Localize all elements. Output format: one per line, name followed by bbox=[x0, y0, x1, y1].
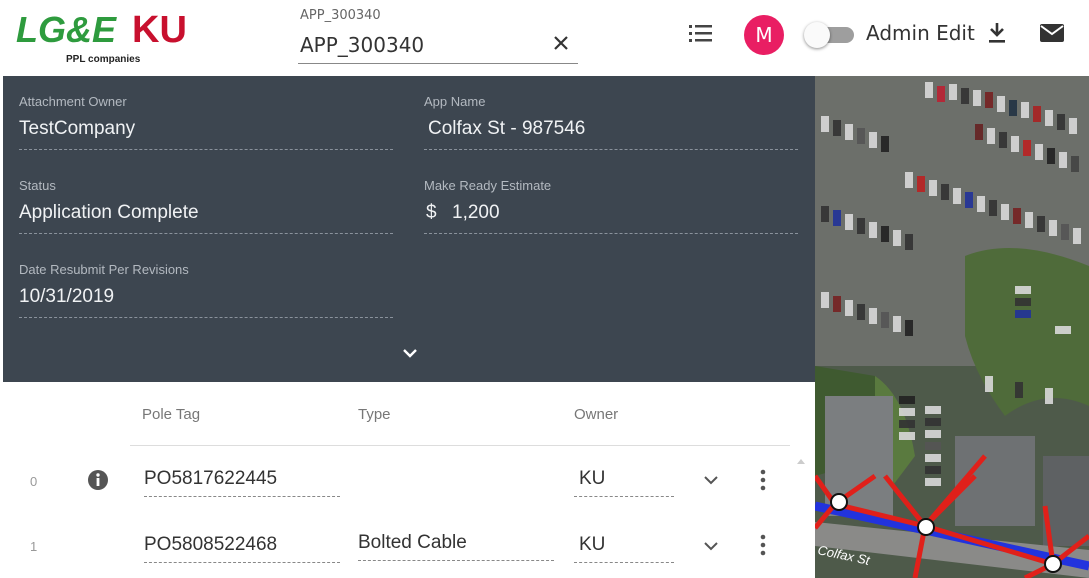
make-ready-estimate-value[interactable]: 1,200 bbox=[452, 202, 500, 224]
row-index: 1 bbox=[30, 539, 38, 554]
header-divider bbox=[130, 445, 790, 446]
pole-tag-cell[interactable]: PO5808522468 bbox=[144, 534, 340, 563]
mail-icon[interactable] bbox=[1038, 22, 1066, 44]
brand-ku: KU bbox=[132, 9, 187, 51]
app-name-value[interactable]: Colfax St - 987546 bbox=[428, 118, 585, 140]
aerial-map[interactable]: Colfax St bbox=[815, 76, 1089, 578]
top-bar: LG&E KU PPL companies APP_300340 APP_300… bbox=[0, 0, 1089, 76]
application-search[interactable]: APP_300340 APP_300340 bbox=[298, 8, 578, 64]
row-index: 0 bbox=[30, 474, 38, 489]
download-icon[interactable] bbox=[986, 20, 1008, 46]
admin-edit-label: Admin Edit bbox=[866, 21, 975, 45]
pole-marker bbox=[1044, 555, 1062, 573]
column-header-owner[interactable]: Owner bbox=[574, 406, 618, 423]
make-ready-estimate-field[interactable]: Make Ready Estimate $ 1,200 bbox=[424, 160, 798, 234]
attachment-owner-field[interactable]: Attachment Owner TestCompany bbox=[19, 76, 393, 150]
chevron-down-icon[interactable] bbox=[701, 472, 721, 488]
chevron-down-icon[interactable] bbox=[701, 538, 721, 554]
list-icon[interactable] bbox=[688, 22, 714, 44]
more-options-icon[interactable] bbox=[756, 468, 770, 492]
attachment-owner-label: Attachment Owner bbox=[19, 94, 127, 109]
type-cell[interactable]: Bolted Cable bbox=[358, 532, 554, 561]
status-label: Status bbox=[19, 178, 56, 193]
brand-lge: LG&E bbox=[16, 9, 117, 50]
scroll-up-icon[interactable] bbox=[796, 452, 806, 464]
application-details-panel: Attachment Owner TestCompany App Name Co… bbox=[3, 76, 815, 382]
company-logo: LG&E KU PPL companies bbox=[14, 8, 204, 68]
status-field[interactable]: Status Application Complete bbox=[19, 160, 393, 234]
owner-cell[interactable]: KU bbox=[574, 534, 674, 563]
toggle-knob bbox=[804, 22, 830, 48]
brand-sub: PPL companies bbox=[66, 54, 141, 65]
info-icon[interactable] bbox=[87, 469, 109, 491]
pole-grid: Pole Tag Type Owner 0 PO5817622445 KU 1 … bbox=[0, 382, 815, 578]
date-resubmit-label: Date Resubmit Per Revisions bbox=[19, 262, 189, 277]
pole-marker bbox=[830, 493, 848, 511]
admin-edit-toggle[interactable] bbox=[804, 22, 856, 48]
date-resubmit-field[interactable]: Date Resubmit Per Revisions 10/31/2019 bbox=[19, 244, 393, 318]
app-name-field[interactable]: App Name Colfax St - 987546 bbox=[424, 76, 798, 150]
search-input[interactable]: APP_300340 bbox=[300, 33, 424, 57]
currency-symbol: $ bbox=[426, 202, 437, 223]
make-ready-estimate-label: Make Ready Estimate bbox=[424, 178, 552, 193]
expand-chevron-icon[interactable] bbox=[399, 344, 421, 362]
pole-tag-cell[interactable]: PO5817622445 bbox=[144, 468, 340, 497]
owner-cell[interactable]: KU bbox=[574, 468, 674, 497]
column-header-pole-tag[interactable]: Pole Tag bbox=[142, 406, 200, 423]
search-label: APP_300340 bbox=[300, 8, 381, 23]
avatar[interactable]: M bbox=[744, 15, 784, 55]
more-options-icon[interactable] bbox=[756, 533, 770, 557]
attachment-owner-value[interactable]: TestCompany bbox=[19, 118, 135, 140]
app-name-label: App Name bbox=[424, 94, 486, 109]
column-header-type[interactable]: Type bbox=[358, 406, 391, 423]
status-value[interactable]: Application Complete bbox=[19, 202, 199, 224]
pole-marker bbox=[917, 518, 935, 536]
date-resubmit-value[interactable]: 10/31/2019 bbox=[19, 286, 114, 308]
clear-icon[interactable] bbox=[550, 32, 572, 54]
